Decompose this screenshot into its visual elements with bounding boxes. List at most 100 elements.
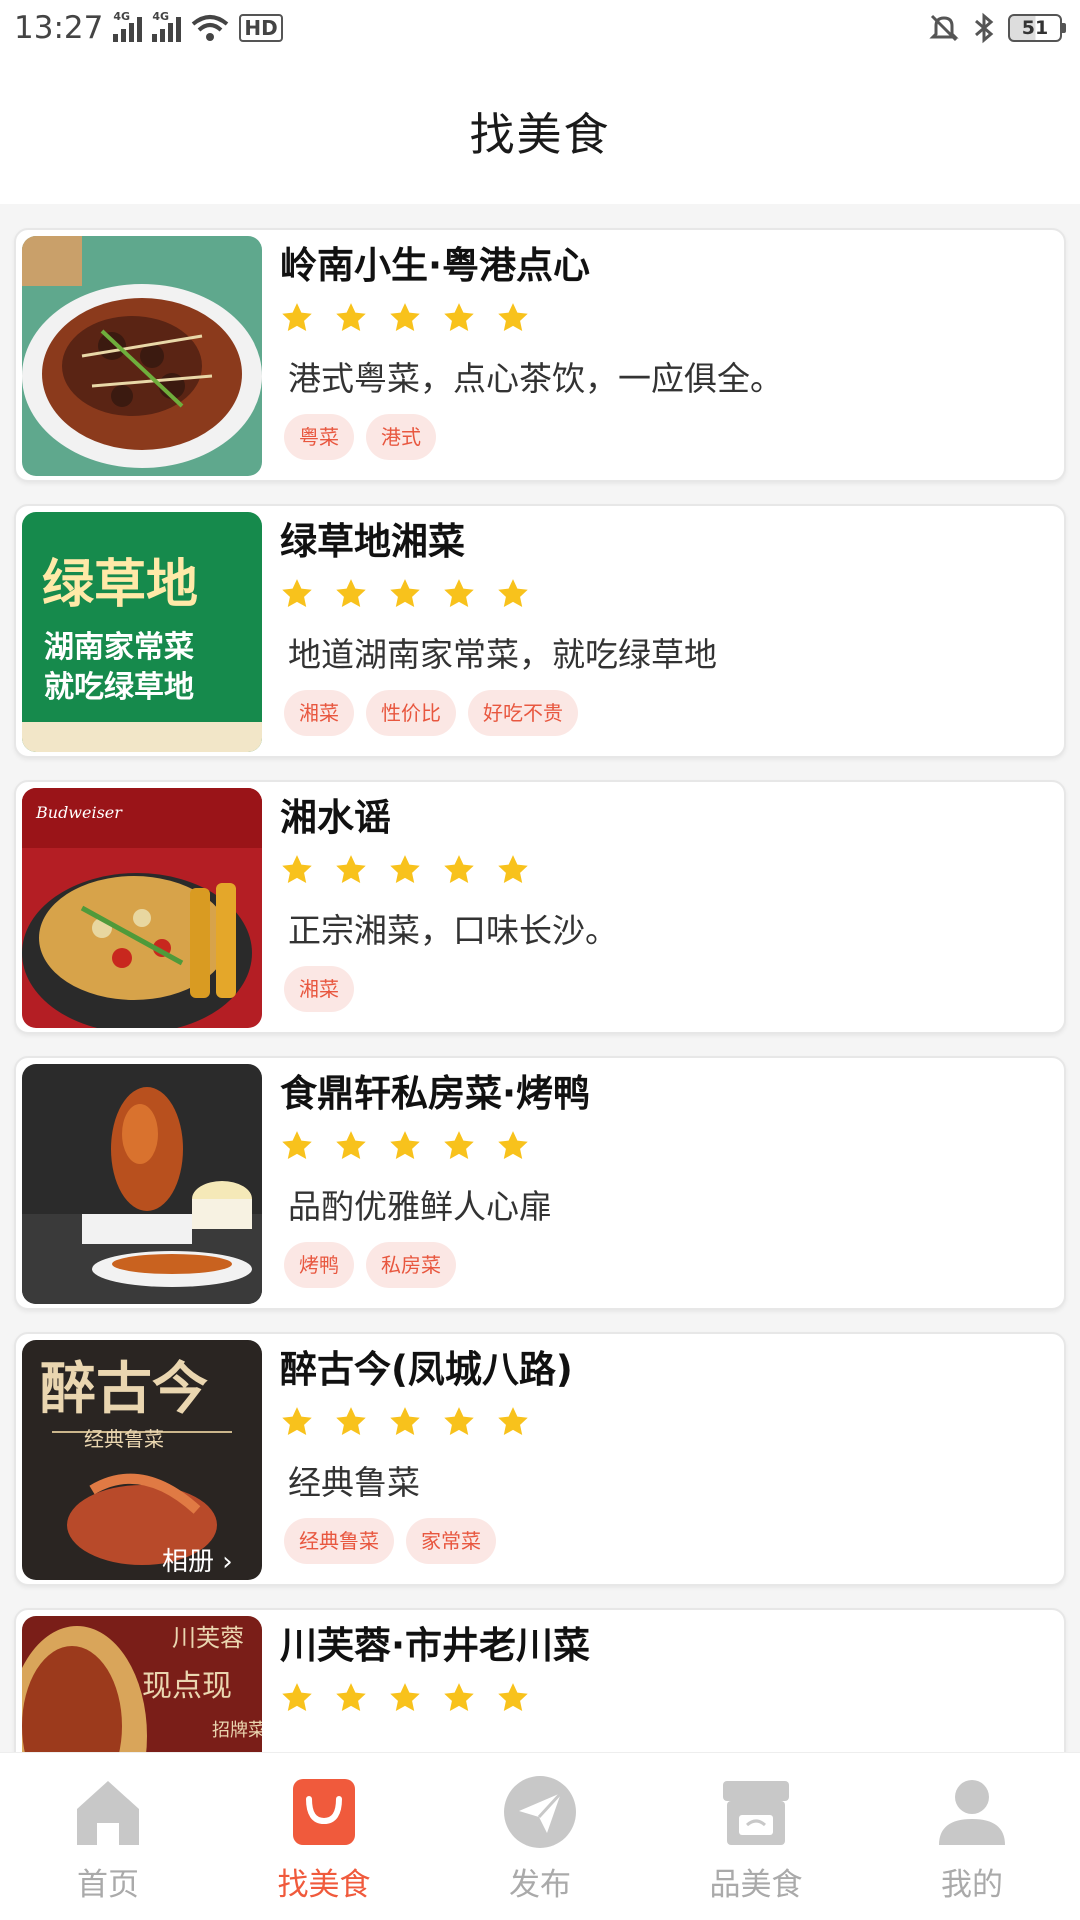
restaurant-description: 港式粤菜，点心茶饮，一应俱全。 bbox=[288, 359, 783, 398]
restaurant-info: 食鼎轩私房菜·烤鸭 品酌优雅鲜人心扉 烤鸭 私房菜 bbox=[280, 1068, 1054, 1288]
restaurant-name: 岭南小生·粤港点心 bbox=[280, 244, 591, 287]
home-icon bbox=[77, 1781, 139, 1845]
shopping-bag-icon bbox=[293, 1779, 355, 1845]
restaurant-name: 食鼎轩私房菜·烤鸭 bbox=[280, 1072, 591, 1115]
restaurant-description: 正宗湘菜，口味长沙。 bbox=[288, 911, 618, 950]
tab-label: 找美食 bbox=[277, 1867, 371, 1903]
star-icon bbox=[444, 303, 474, 332]
tag[interactable]: 家常菜 bbox=[406, 1518, 496, 1564]
restaurant-name: 绿草地湘菜 bbox=[280, 520, 465, 563]
restaurant-info: 醉古今(凤城八路) 经典鲁菜 经典鲁菜 家常菜 bbox=[280, 1344, 1054, 1564]
signal-icon-2: 4G bbox=[152, 10, 182, 42]
star-icon bbox=[498, 1683, 528, 1712]
restaurant-image: 醉古今 经典鲁菜 相册 › bbox=[22, 1340, 262, 1580]
star-icon bbox=[282, 303, 312, 332]
tag[interactable]: 私房菜 bbox=[366, 1242, 456, 1288]
rating-stars bbox=[280, 1680, 1054, 1716]
image-line-2: 招牌菜 bbox=[212, 1720, 262, 1741]
tag-list: 烤鸭 私房菜 bbox=[284, 1242, 1054, 1288]
image-title: 醉古今 bbox=[40, 1356, 208, 1422]
restaurant-info: 湘水谣 正宗湘菜，口味长沙。 湘菜 bbox=[280, 792, 1054, 1012]
star-icon bbox=[282, 855, 312, 884]
restaurant-info: 岭南小生·粤港点心 港式粤菜，点心茶饮，一应俱全。 粤菜 港式 bbox=[280, 240, 1054, 460]
star-icon bbox=[282, 1131, 312, 1160]
restaurant-description: 品酌优雅鲜人心扉 bbox=[288, 1187, 552, 1226]
tab-label: 我的 bbox=[941, 1867, 1003, 1903]
star-icon bbox=[336, 303, 366, 332]
hd-badge: HD bbox=[239, 14, 283, 42]
restaurant-image bbox=[22, 1064, 262, 1304]
tag-list: 经典鲁菜 家常菜 bbox=[284, 1518, 1054, 1564]
star-icon bbox=[498, 1407, 528, 1436]
star-icon bbox=[336, 1683, 366, 1712]
tab-taste-food[interactable]: 品美食 bbox=[648, 1753, 864, 1920]
restaurant-card[interactable]: 绿草地 湖南家常菜 就吃绿草地 绿草地湘菜 地道湖南家常菜，就吃绿草地 湘菜 性… bbox=[14, 504, 1066, 758]
network-type-1: 4G bbox=[113, 10, 131, 23]
image-title: 绿草地 bbox=[42, 555, 198, 615]
tag[interactable]: 湘菜 bbox=[284, 690, 354, 736]
user-icon bbox=[939, 1780, 1005, 1845]
tag[interactable]: 性价比 bbox=[366, 690, 456, 736]
bluetooth-icon bbox=[975, 12, 994, 44]
star-icon bbox=[336, 855, 366, 884]
tag-list: 湘菜 bbox=[284, 966, 1054, 1012]
tag[interactable]: 经典鲁菜 bbox=[284, 1518, 394, 1564]
restaurant-card[interactable]: 岭南小生·粤港点心 港式粤菜，点心茶饮，一应俱全。 粤菜 港式 bbox=[14, 228, 1066, 482]
star-icon bbox=[336, 1131, 366, 1160]
store-icon bbox=[723, 1781, 789, 1845]
star-icon bbox=[444, 855, 474, 884]
tab-publish[interactable]: 发布 bbox=[432, 1753, 648, 1920]
network-type-2: 4G bbox=[152, 10, 170, 23]
tag[interactable]: 粤菜 bbox=[284, 414, 354, 460]
tab-home[interactable]: 首页 bbox=[0, 1753, 216, 1920]
restaurant-image bbox=[22, 236, 262, 476]
star-icon bbox=[390, 1131, 420, 1160]
restaurant-image: Budweiser bbox=[22, 788, 262, 1028]
status-time: 13:27 bbox=[14, 10, 104, 46]
battery-icon: 51 bbox=[1008, 14, 1066, 42]
status-left: 13:27 4G 4G HD bbox=[14, 10, 283, 46]
restaurant-image: 绿草地 湖南家常菜 就吃绿草地 bbox=[22, 512, 262, 752]
bottom-tab-bar: 首页 找美食 发布 品美食 我的 bbox=[0, 1752, 1080, 1920]
tag[interactable]: 好吃不贵 bbox=[468, 690, 578, 736]
tag[interactable]: 烤鸭 bbox=[284, 1242, 354, 1288]
restaurant-name: 湘水谣 bbox=[280, 796, 391, 839]
restaurant-card[interactable]: 醉古今 经典鲁菜 相册 › 醉古今(凤城八路) 经典鲁菜 经典鲁菜 家常菜 bbox=[14, 1332, 1066, 1586]
star-icon bbox=[498, 855, 528, 884]
restaurant-info: 川芙蓉·市井老川菜 bbox=[280, 1620, 1054, 1716]
header: 找美食 bbox=[0, 56, 1080, 204]
rating-stars bbox=[280, 1404, 1054, 1440]
bell-muted-icon bbox=[929, 14, 959, 42]
image-line-1: 经典鲁菜 bbox=[84, 1427, 164, 1451]
restaurant-description: 经典鲁菜 bbox=[288, 1463, 420, 1502]
tag-list: 粤菜 港式 bbox=[284, 414, 1054, 460]
restaurant-info: 绿草地湘菜 地道湖南家常菜，就吃绿草地 湘菜 性价比 好吃不贵 bbox=[280, 516, 1054, 736]
restaurant-list: 岭南小生·粤港点心 港式粤菜，点心茶饮，一应俱全。 粤菜 港式 绿草地 湖南家常… bbox=[14, 228, 1066, 1884]
image-title: 川芙蓉 bbox=[172, 1624, 244, 1652]
status-right: 51 bbox=[928, 12, 1066, 44]
star-icon bbox=[390, 1407, 420, 1436]
star-icon bbox=[390, 855, 420, 884]
star-icon bbox=[336, 1407, 366, 1436]
image-line-1: 现点现 bbox=[142, 1669, 232, 1704]
image-line-1: 湖南家常菜 bbox=[44, 630, 194, 665]
status-bar: 13:27 4G 4G HD 51 bbox=[0, 0, 1080, 56]
star-icon bbox=[390, 1683, 420, 1712]
restaurant-card[interactable]: 食鼎轩私房菜·烤鸭 品酌优雅鲜人心扉 烤鸭 私房菜 bbox=[14, 1056, 1066, 1310]
restaurant-card[interactable]: Budweiser 湘水谣 正宗湘菜，口味长沙。 湘菜 bbox=[14, 780, 1066, 1034]
star-icon bbox=[282, 1683, 312, 1712]
tab-find-food[interactable]: 找美食 bbox=[216, 1753, 432, 1920]
rating-stars bbox=[280, 1128, 1054, 1164]
star-icon bbox=[336, 579, 366, 608]
image-brand: Budweiser bbox=[35, 803, 123, 822]
tag-list: 湘菜 性价比 好吃不贵 bbox=[284, 690, 1054, 736]
tag[interactable]: 湘菜 bbox=[284, 966, 354, 1012]
restaurant-name: 川芙蓉·市井老川菜 bbox=[280, 1624, 591, 1667]
battery-level: 51 bbox=[1008, 14, 1062, 42]
tab-profile[interactable]: 我的 bbox=[864, 1753, 1080, 1920]
tag[interactable]: 港式 bbox=[366, 414, 436, 460]
star-icon bbox=[444, 1131, 474, 1160]
send-icon bbox=[504, 1776, 576, 1848]
star-icon bbox=[282, 1407, 312, 1436]
star-icon bbox=[498, 303, 528, 332]
